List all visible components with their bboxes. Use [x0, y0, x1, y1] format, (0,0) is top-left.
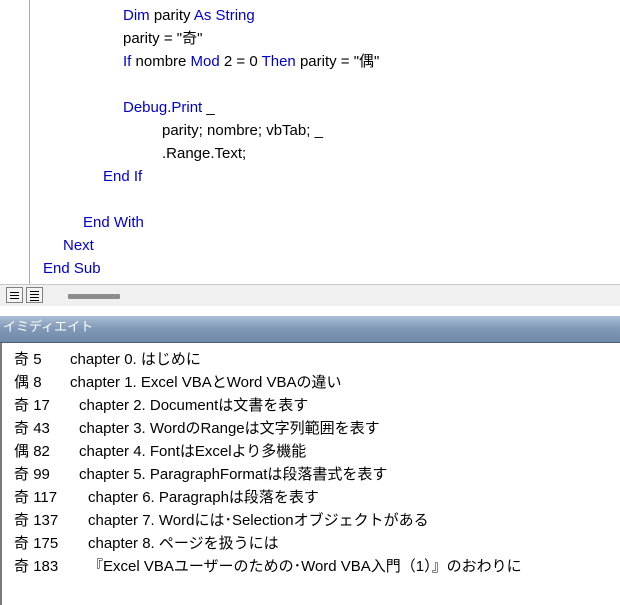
page-number-value: 137	[33, 512, 59, 529]
immediate-output-line: 奇 43 chapter 3. WordのRangeは文字列範囲を表す	[14, 417, 614, 440]
chapter-text: 『Excel VBAユーザーのための･Word VBA入門（1）』のおわりに	[88, 558, 522, 575]
parity-value: 奇	[14, 535, 30, 552]
parity-value: 奇	[14, 397, 30, 414]
code-text: parity	[149, 7, 194, 24]
page-number-value: 5	[33, 351, 42, 368]
page-number-value: 99	[33, 466, 50, 483]
page-number-value: 43	[33, 420, 50, 437]
pane-divider[interactable]	[0, 306, 620, 316]
horizontal-scrollbar-thumb[interactable]	[68, 294, 120, 299]
code-line: .Range.Text;	[162, 144, 246, 164]
code-text: 2 = 0	[219, 53, 262, 70]
procedure-view-button[interactable]	[6, 287, 23, 303]
immediate-output-line: 偶 82 chapter 4. FontはExcelより多機能	[14, 440, 614, 463]
code-keyword: Mod	[190, 53, 220, 70]
code-line: End With	[83, 213, 144, 233]
chapter-text: chapter 8. ページを扱うには	[88, 535, 279, 552]
immediate-output-line: 奇 99 chapter 5. ParagraphFormatは段落書式を表す	[14, 463, 614, 486]
code-keyword: Print	[171, 99, 203, 116]
immediate-output-line: 奇 117 chapter 6. Paragraphは段落を表す	[14, 486, 614, 509]
code-text: parity = "奇"	[123, 30, 203, 47]
code-line: If nombre Mod 2 = 0 Then parity = "偶"	[123, 52, 379, 72]
full-module-view-button[interactable]	[26, 287, 43, 303]
code-line: parity = "奇"	[123, 29, 202, 49]
chapter-text: chapter 4. FontはExcelより多機能	[79, 443, 307, 460]
code-line: parity; nombre; vbTab; _	[162, 121, 323, 141]
code-text: _	[202, 99, 215, 116]
parity-value: 奇	[14, 558, 30, 575]
parity-value: 奇	[14, 466, 30, 483]
code-keyword: End Sub	[43, 260, 101, 277]
parity-value: 奇	[14, 351, 30, 368]
chapter-text: chapter 2. Documentは文書を表す	[79, 397, 309, 414]
code-line: End Sub	[43, 259, 101, 279]
code-window-bottom-bar	[0, 284, 620, 306]
parity-value: 奇	[14, 512, 30, 529]
chapter-text: chapter 6. Paragraphは段落を表す	[88, 489, 319, 506]
code-line: Next	[63, 236, 94, 256]
immediate-output-line: 奇 5 chapter 0. はじめに	[14, 348, 614, 371]
chapter-text: chapter 3. WordのRangeは文字列範囲を表す	[79, 420, 380, 437]
immediate-output-line: 奇 175 chapter 8. ページを扱うには	[14, 532, 614, 555]
code-keyword: End With	[83, 214, 144, 231]
page-number-value: 183	[33, 558, 59, 575]
code-text: parity; nombre; vbTab; _	[162, 122, 323, 139]
code-editor-text[interactable]: Dim parity As String parity = "奇" If nombr…	[0, 0, 620, 284]
page-number-value: 8	[33, 374, 42, 391]
chapter-text: chapter 5. ParagraphFormatは段落書式を表す	[79, 466, 388, 483]
code-keyword: As String	[193, 7, 255, 24]
immediate-output-line: 偶 8 chapter 1. Excel VBAとWord VBAの違い	[14, 371, 614, 394]
immediate-output-line: 奇 137 chapter 7. Wordには･Selectionオブジェクトがあ…	[14, 509, 614, 532]
code-text: nombre	[131, 53, 191, 70]
code-text: parity = "偶"	[295, 53, 380, 70]
parity-value: 奇	[14, 489, 30, 506]
code-keyword: Dim	[123, 7, 150, 24]
code-keyword: Debug	[123, 99, 168, 116]
immediate-window-title: イミディエイト	[0, 316, 620, 343]
page-number-value: 175	[33, 535, 59, 552]
code-text: .Range.Text;	[162, 145, 247, 162]
code-keyword: End If	[103, 168, 143, 185]
parity-value: 偶	[14, 374, 30, 391]
code-window[interactable]: Dim parity As String parity = "奇" If nombr…	[0, 0, 620, 284]
chapter-text: chapter 7. Wordには･Selectionオブジェクトがある	[88, 512, 429, 529]
immediate-output-line: 奇 183 『Excel VBAユーザーのための･Word VBA入門（1）』のお…	[14, 555, 614, 578]
immediate-output-line: 奇 17 chapter 2. Documentは文書を表す	[14, 394, 614, 417]
code-keyword: Next	[63, 237, 94, 254]
chapter-text: chapter 1. Excel VBAとWord VBAの違い	[70, 374, 342, 391]
page-number-value: 17	[33, 397, 50, 414]
page-number-value: 82	[33, 443, 50, 460]
code-keyword: Then	[261, 53, 296, 70]
code-line: Debug.Print _	[123, 98, 215, 118]
page-number-value: 117	[33, 489, 58, 506]
chapter-text: chapter 0. はじめに	[70, 351, 201, 368]
code-line: Dim parity As String	[123, 6, 255, 26]
parity-value: 奇	[14, 420, 30, 437]
parity-value: 偶	[14, 443, 30, 460]
code-line: End If	[103, 167, 142, 187]
immediate-window-output[interactable]: 奇 5 chapter 0. はじめに偶 8 chapter 1. Excel VB…	[0, 343, 620, 605]
